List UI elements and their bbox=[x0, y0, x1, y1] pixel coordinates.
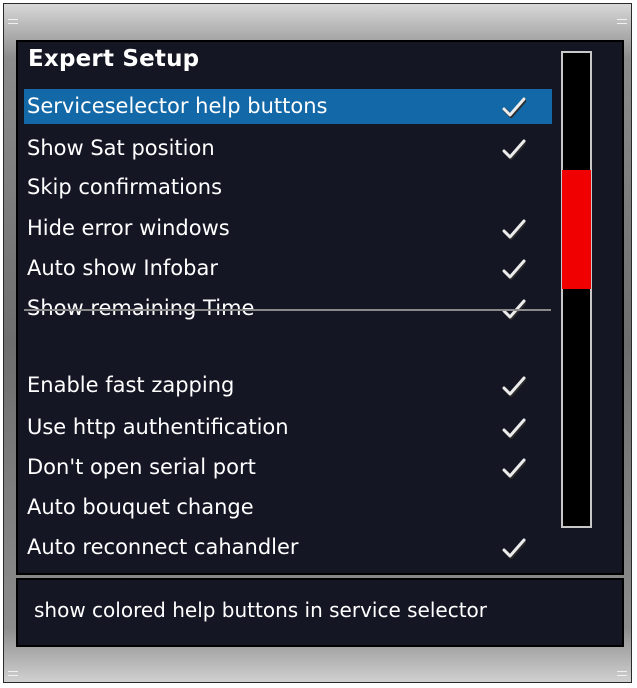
checkmark-icon[interactable] bbox=[502, 374, 527, 397]
checkmark-icon[interactable] bbox=[502, 137, 527, 160]
setting-row[interactable]: Serviceselector help buttons bbox=[24, 89, 552, 124]
window-title: Expert Setup bbox=[28, 46, 200, 72]
setting-row[interactable]: Auto bouquet change bbox=[24, 490, 552, 525]
setting-label: Skip confirmations bbox=[27, 175, 223, 199]
setting-row[interactable]: Don't open serial port bbox=[24, 450, 552, 485]
setting-label: Enable fast zapping bbox=[27, 373, 235, 397]
setting-label: Use http authentification bbox=[27, 415, 289, 439]
checkmark-icon[interactable] bbox=[502, 416, 527, 439]
setting-row[interactable]: Use http authentification bbox=[24, 410, 552, 445]
setting-label: Don't open serial port bbox=[27, 455, 256, 479]
frame-grip-top-left bbox=[8, 19, 18, 24]
setting-label: Serviceselector help buttons bbox=[27, 94, 328, 118]
setting-row[interactable]: Auto show Infobar bbox=[24, 251, 552, 286]
setting-row[interactable]: Hide error windows bbox=[24, 211, 552, 246]
setting-label: Auto show Infobar bbox=[27, 256, 218, 280]
checkmark-icon[interactable] bbox=[502, 456, 527, 479]
setting-row[interactable]: Auto reconnect cahandler bbox=[24, 530, 552, 565]
scrollbar[interactable] bbox=[561, 51, 592, 528]
setting-label: Auto bouquet change bbox=[27, 495, 254, 519]
setting-label: Show Sat position bbox=[27, 136, 215, 160]
checkmark-icon[interactable] bbox=[502, 217, 527, 240]
help-text-bar: show colored help buttons in service sel… bbox=[16, 578, 624, 647]
frame-grip-top-right bbox=[617, 19, 627, 24]
setting-row[interactable]: Enable fast zapping bbox=[24, 368, 552, 403]
setting-row[interactable]: Skip confirmations bbox=[24, 170, 552, 205]
checkmark-icon[interactable] bbox=[502, 95, 527, 118]
checkmark-icon[interactable] bbox=[502, 536, 527, 559]
scrollbar-thumb[interactable] bbox=[562, 170, 591, 289]
frame-grip-bottom-right bbox=[617, 671, 627, 676]
checkmark-icon[interactable] bbox=[502, 297, 527, 320]
setting-row[interactable]: Show Sat position bbox=[24, 131, 552, 166]
checkmark-icon[interactable] bbox=[502, 257, 527, 280]
section-divider bbox=[24, 309, 551, 311]
frame-grip-bottom-left bbox=[8, 671, 18, 676]
setting-label: Auto reconnect cahandler bbox=[27, 535, 299, 559]
setting-label: Hide error windows bbox=[27, 216, 230, 240]
help-text: show colored help buttons in service sel… bbox=[34, 598, 488, 622]
